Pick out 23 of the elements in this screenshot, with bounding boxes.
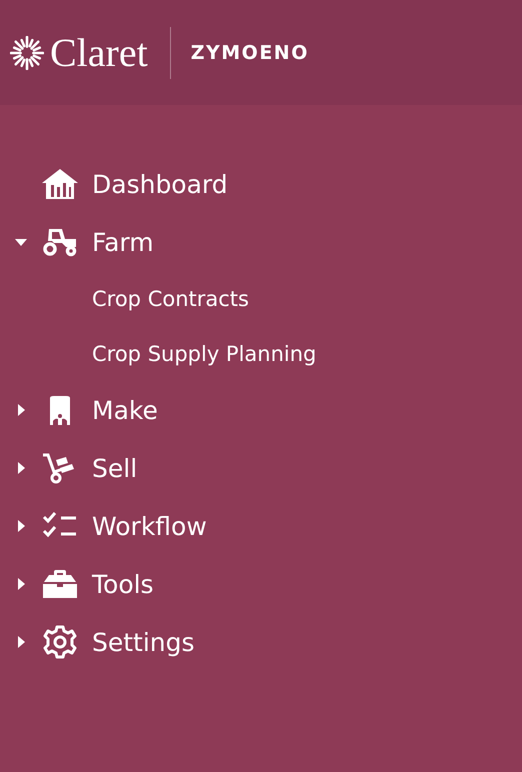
nav-item[interactable]: Workflow <box>92 512 207 540</box>
checklist-icon <box>42 512 78 540</box>
caret-right-icon[interactable] <box>18 578 24 590</box>
organization-name: ZYMOENO <box>190 42 309 64</box>
caret-right-icon[interactable] <box>18 404 24 416</box>
caret-down-icon[interactable] <box>15 238 27 246</box>
logo-text: Claret <box>50 29 148 76</box>
home-icon <box>42 169 78 199</box>
nav-item[interactable]: Sell <box>92 454 138 482</box>
gear-icon <box>42 625 78 659</box>
nav-item[interactable]: Settings <box>92 628 195 656</box>
toolbox-icon <box>42 570 78 598</box>
nav-item[interactable]: Make <box>92 396 158 424</box>
nav-item[interactable]: Dashboard <box>92 170 228 198</box>
nav-item[interactable]: Farm <box>92 228 154 256</box>
nav-subitem[interactable]: Crop Supply Planning <box>92 342 316 366</box>
caret-right-icon[interactable] <box>18 462 24 474</box>
caret-right-icon[interactable] <box>18 520 24 532</box>
tractor-icon <box>42 227 78 257</box>
nav-item[interactable]: Tools <box>92 570 154 598</box>
nav-subitem[interactable]: Crop Contracts <box>92 286 249 310</box>
caret-right-icon[interactable] <box>18 636 24 648</box>
burst-logo-icon <box>10 36 44 70</box>
